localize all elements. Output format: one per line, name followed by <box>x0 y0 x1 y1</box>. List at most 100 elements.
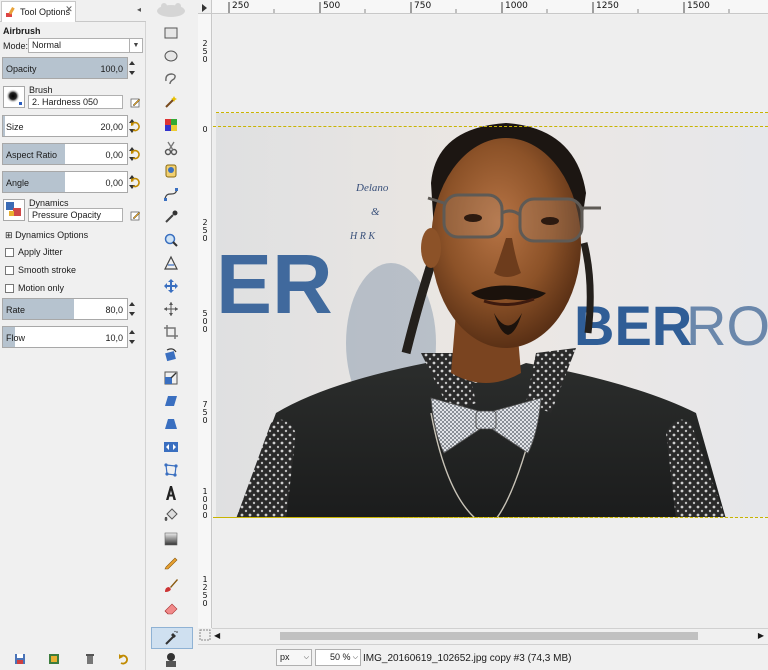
smooth-stroke-checkbox[interactable] <box>5 265 14 275</box>
tab-menu-icon[interactable]: ◂ <box>134 5 144 15</box>
image-canvas[interactable]: ER BER RO Delano & H R K <box>216 112 768 518</box>
dynamics-preview[interactable] <box>3 199 25 221</box>
ruler-ticks <box>228 2 730 13</box>
background-text-right-light: RO <box>686 294 768 357</box>
background-text-left: ER <box>216 237 333 331</box>
free-select-icon[interactable] <box>163 71 179 87</box>
opacity-value: 100,0 <box>100 64 123 74</box>
rate-spin[interactable] <box>128 298 136 320</box>
rate-slider[interactable]: Rate 80,0 <box>2 298 128 320</box>
cage-transform-icon[interactable] <box>163 462 179 478</box>
select-by-color-icon[interactable] <box>163 117 179 133</box>
motion-only-checkbox[interactable] <box>5 283 14 293</box>
zoom-icon[interactable] <box>163 232 179 248</box>
tool-options-panel: Tool Options ✕ ◂ Airbrush Mode: Normal ▼… <box>0 0 146 670</box>
paths-icon[interactable] <box>163 186 179 202</box>
ruler-label: 250 <box>202 39 208 64</box>
paintbrush-icon[interactable] <box>163 577 179 593</box>
text-icon[interactable] <box>163 485 179 501</box>
angle-label: Angle <box>6 178 30 188</box>
ellipse-select-icon[interactable] <box>163 48 179 64</box>
crop-icon[interactable] <box>163 324 179 340</box>
expand-icon: ⊞ <box>5 230 13 240</box>
opacity-slider[interactable]: Opacity 100,0 <box>2 57 128 79</box>
flip-icon[interactable] <box>163 439 179 455</box>
airbrush-icon[interactable] <box>163 630 179 646</box>
navigate-icon[interactable] <box>199 629 211 641</box>
portrait-image: ER BER RO Delano & H R K <box>216 113 768 517</box>
perspective-icon[interactable] <box>163 416 179 432</box>
tab-label: Tool Options <box>20 7 71 17</box>
dynamics-options-expander[interactable]: ⊞ Dynamics Options <box>5 230 88 241</box>
flow-slider[interactable]: Flow 10,0 <box>2 326 128 348</box>
edit-brush-icon[interactable] <box>130 97 141 108</box>
apply-jitter-row[interactable]: Apply Jitter <box>5 247 63 257</box>
watermark-line1: Delano <box>355 182 389 194</box>
tab-strip: Tool Options ✕ ◂ <box>0 0 146 22</box>
apply-jitter-checkbox[interactable] <box>5 247 14 257</box>
dynamics-name-field[interactable]: Pressure Opacity <box>28 208 123 222</box>
measure-icon[interactable] <box>163 255 179 271</box>
aspect-ratio-slider[interactable]: Aspect Ratio 0,00 <box>2 143 128 165</box>
rotate-icon[interactable] <box>163 347 179 363</box>
unit-value: px <box>280 652 290 662</box>
flow-label: Flow <box>6 333 26 343</box>
pencil-icon[interactable] <box>163 554 179 570</box>
rate-value: 80,0 <box>105 305 123 315</box>
reset-options-icon[interactable] <box>118 653 130 665</box>
motion-only-row[interactable]: Motion only <box>5 283 64 293</box>
gradient-icon[interactable] <box>163 531 179 547</box>
rect-select-icon[interactable] <box>163 25 179 41</box>
horizontal-scrollbar[interactable]: ◀ ▶ <box>212 628 768 642</box>
size-slider[interactable]: Size 20,00 <box>2 115 128 137</box>
reset-size-icon[interactable] <box>130 121 141 132</box>
color-picker-icon[interactable] <box>163 209 179 225</box>
rate-label: Rate <box>6 305 26 315</box>
quick-mask-toggle-icon[interactable] <box>198 0 212 14</box>
scroll-right-icon[interactable]: ▶ <box>758 631 764 640</box>
unit-select[interactable]: px ⌵ <box>276 649 312 666</box>
ink-icon[interactable] <box>163 652 179 668</box>
flow-spin[interactable] <box>128 326 136 348</box>
delete-options-icon[interactable] <box>84 653 96 665</box>
opacity-spin[interactable] <box>128 57 136 79</box>
brush-name-field[interactable]: 2. Hardness 050 <box>28 95 123 109</box>
scale-icon[interactable] <box>163 370 179 386</box>
close-tab-icon[interactable]: ✕ <box>64 4 74 14</box>
ruler-label: 1250 <box>202 575 208 608</box>
horizontal-ruler[interactable]: 250 500 750 1000 1250 1500 <box>212 0 768 14</box>
edit-dynamics-icon[interactable] <box>130 210 141 221</box>
scissors-icon[interactable] <box>163 140 179 156</box>
opacity-label: Opacity <box>6 64 37 74</box>
align-icon[interactable] <box>163 301 179 317</box>
mode-value: Normal <box>32 40 62 50</box>
guide-line-top[interactable] <box>213 126 768 127</box>
brush-preview[interactable] <box>3 86 25 108</box>
reset-aspect-ratio-icon[interactable] <box>130 149 141 160</box>
scroll-left-icon[interactable]: ◀ <box>214 631 220 640</box>
mode-select[interactable]: Normal ▼ <box>28 38 143 53</box>
file-info: IMG_20160619_102652.jpg copy #3 (74,3 MB… <box>363 653 572 664</box>
shear-icon[interactable] <box>163 393 179 409</box>
aspect-ratio-value: 0,00 <box>105 150 123 160</box>
fuzzy-select-icon[interactable] <box>163 94 179 110</box>
scrollbar-thumb[interactable] <box>280 632 698 640</box>
size-value: 20,00 <box>100 122 123 132</box>
restore-options-icon[interactable] <box>48 653 60 665</box>
guide-line-bottom[interactable] <box>213 517 768 518</box>
zoom-select[interactable]: 50 % ⌵ <box>315 649 361 666</box>
dynamics-icon <box>6 202 21 216</box>
reset-angle-icon[interactable] <box>130 177 141 188</box>
ruler-label: 250 <box>202 218 208 243</box>
eraser-icon[interactable] <box>163 600 179 616</box>
save-options-icon[interactable] <box>14 653 26 665</box>
canvas-area: 250 500 750 1000 1250 1500 250 0 250 500… <box>198 0 768 670</box>
brush-caption: Brush <box>29 85 53 95</box>
bucket-fill-icon[interactable] <box>163 508 179 524</box>
dynamics-caption: Dynamics <box>29 198 69 208</box>
vertical-ruler[interactable]: 250 0 250 500 750 1000 1250 <box>198 14 212 628</box>
smooth-stroke-row[interactable]: Smooth stroke <box>5 265 76 275</box>
angle-slider[interactable]: Angle 0,00 <box>2 171 128 193</box>
foreground-select-icon[interactable] <box>163 163 179 179</box>
move-icon[interactable] <box>163 278 179 294</box>
